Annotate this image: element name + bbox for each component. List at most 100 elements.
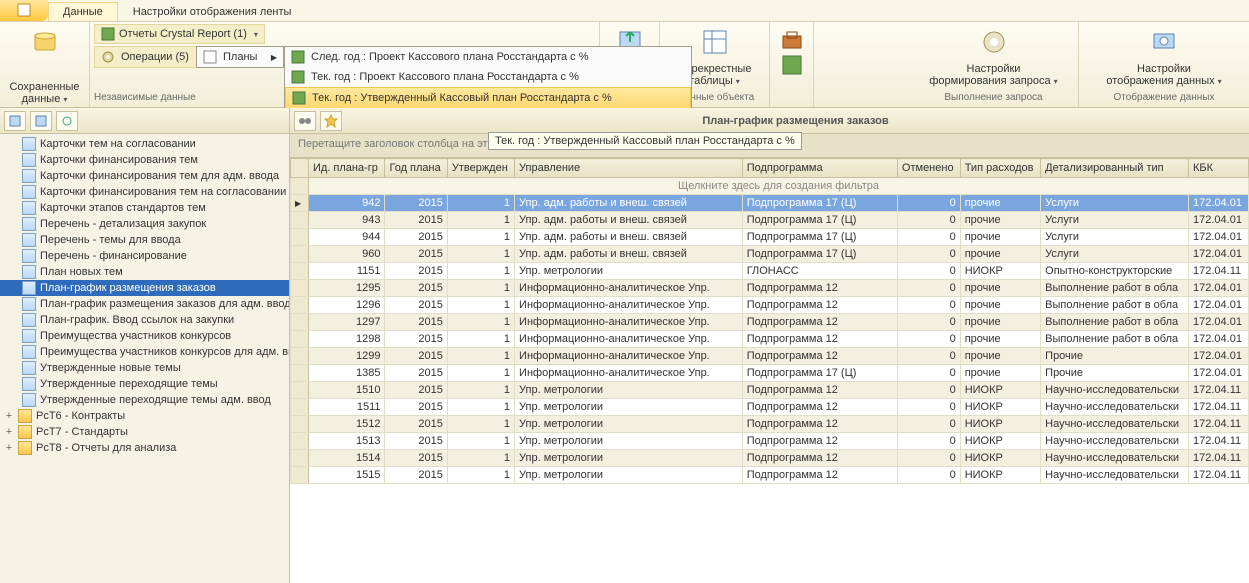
display-settings-button[interactable]: Настройки отображения данных	[1106, 63, 1221, 87]
cell-approved[interactable]: 1	[447, 280, 514, 297]
cell-approved[interactable]: 1	[447, 416, 514, 433]
cell-approved[interactable]: 1	[447, 348, 514, 365]
cell-cancelled[interactable]: 0	[897, 433, 960, 450]
cell-subprogram[interactable]: Подпрограмма 17 (Ц)	[742, 246, 897, 263]
cell-kbk[interactable]: 172.04.01	[1189, 280, 1249, 297]
row-selector[interactable]	[291, 195, 309, 212]
cell-type[interactable]: прочие	[960, 246, 1040, 263]
cell-approved[interactable]: 1	[447, 246, 514, 263]
cell-approved[interactable]: 1	[447, 467, 514, 484]
cell-kbk[interactable]: 172.04.11	[1189, 399, 1249, 416]
cell-cancelled[interactable]: 0	[897, 467, 960, 484]
cell-id[interactable]: 1297	[309, 314, 385, 331]
cell-department[interactable]: Информационно-аналитическое Упр.	[515, 331, 743, 348]
cell-department[interactable]: Информационно-аналитическое Упр.	[515, 314, 743, 331]
cell-cancelled[interactable]: 0	[897, 263, 960, 280]
cell-approved[interactable]: 1	[447, 314, 514, 331]
table-row[interactable]: 94320151Упр. адм. работы и внеш. связейП…	[291, 212, 1249, 229]
cell-id[interactable]: 1151	[309, 263, 385, 280]
cell-cancelled[interactable]: 0	[897, 365, 960, 382]
cell-type[interactable]: прочие	[960, 229, 1040, 246]
cell-year[interactable]: 2015	[385, 280, 447, 297]
row-selector-header[interactable]	[291, 159, 309, 178]
row-selector[interactable]	[291, 399, 309, 416]
tree-node[interactable]: Утвержденные новые темы	[0, 360, 289, 376]
cell-subprogram[interactable]: Подпрограмма 12	[742, 348, 897, 365]
app-menu-handle[interactable]	[0, 0, 48, 21]
grid-settings-icon[interactable]	[781, 54, 803, 76]
cell-kbk[interactable]: 172.04.11	[1189, 263, 1249, 280]
cell-approved[interactable]: 1	[447, 297, 514, 314]
row-selector[interactable]	[291, 246, 309, 263]
table-row[interactable]: 129920151Информационно-аналитическое Упр…	[291, 348, 1249, 365]
cell-year[interactable]: 2015	[385, 314, 447, 331]
cell-kbk[interactable]: 172.04.11	[1189, 416, 1249, 433]
cell-department[interactable]: Информационно-аналитическое Упр.	[515, 280, 743, 297]
cell-year[interactable]: 2015	[385, 263, 447, 280]
cell-subprogram[interactable]: Подпрограмма 12	[742, 450, 897, 467]
cell-cancelled[interactable]: 0	[897, 450, 960, 467]
cell-id[interactable]: 960	[309, 246, 385, 263]
table-row[interactable]: 129820151Информационно-аналитическое Упр…	[291, 331, 1249, 348]
cell-year[interactable]: 2015	[385, 416, 447, 433]
cell-type[interactable]: прочие	[960, 314, 1040, 331]
cell-kbk[interactable]: 172.04.01	[1189, 331, 1249, 348]
tree-node[interactable]: План-график. Ввод ссылок на закупки	[0, 312, 289, 328]
cell-approved[interactable]: 1	[447, 382, 514, 399]
cell-year[interactable]: 2015	[385, 297, 447, 314]
tab-ribbon-settings[interactable]: Настройки отображения ленты	[118, 2, 307, 21]
tree-node[interactable]: План новых тем	[0, 264, 289, 280]
row-selector[interactable]	[291, 416, 309, 433]
cell-department[interactable]: Информационно-аналитическое Упр.	[515, 348, 743, 365]
row-selector[interactable]	[291, 314, 309, 331]
cell-subprogram[interactable]: Подпрограмма 12	[742, 399, 897, 416]
cell-type[interactable]: прочие	[960, 212, 1040, 229]
cell-year[interactable]: 2015	[385, 382, 447, 399]
cell-approved[interactable]: 1	[447, 212, 514, 229]
cell-detail[interactable]: Услуги	[1041, 195, 1189, 212]
cell-cancelled[interactable]: 0	[897, 297, 960, 314]
operations-button[interactable]: Операции (5)	[94, 46, 209, 68]
tree-folder[interactable]: +РсТ7 - Стандарты	[0, 424, 289, 440]
cell-year[interactable]: 2015	[385, 365, 447, 382]
filter-row[interactable]: Щелкните здесь для создания фильтра	[291, 178, 1249, 195]
cell-cancelled[interactable]: 0	[897, 314, 960, 331]
cell-subprogram[interactable]: Подпрограмма 12	[742, 331, 897, 348]
tree-collapse-button[interactable]	[4, 111, 26, 131]
tree-node[interactable]: Перечень - финансирование	[0, 248, 289, 264]
row-selector[interactable]	[291, 467, 309, 484]
cell-cancelled[interactable]: 0	[897, 246, 960, 263]
cell-id[interactable]: 1511	[309, 399, 385, 416]
cell-type[interactable]: прочие	[960, 365, 1040, 382]
row-selector[interactable]	[291, 297, 309, 314]
cell-type[interactable]: прочие	[960, 348, 1040, 365]
col-kbk[interactable]: КБК	[1189, 159, 1249, 178]
cell-department[interactable]: Упр. адм. работы и внеш. связей	[515, 229, 743, 246]
row-selector[interactable]	[291, 348, 309, 365]
cell-id[interactable]: 1296	[309, 297, 385, 314]
cell-year[interactable]: 2015	[385, 433, 447, 450]
cell-detail[interactable]: Научно-исследовательски	[1041, 467, 1189, 484]
cell-detail[interactable]: Выполнение работ в обла	[1041, 314, 1189, 331]
cell-department[interactable]: Упр. метрологии	[515, 399, 743, 416]
cell-department[interactable]: Упр. метрологии	[515, 433, 743, 450]
cell-detail[interactable]: Выполнение работ в обла	[1041, 331, 1189, 348]
favorite-button[interactable]	[320, 111, 342, 131]
cell-kbk[interactable]: 172.04.11	[1189, 450, 1249, 467]
expand-icon[interactable]: +	[4, 442, 14, 454]
cell-cancelled[interactable]: 0	[897, 229, 960, 246]
cell-id[interactable]: 1513	[309, 433, 385, 450]
tree-node[interactable]: Перечень - детализация закупок	[0, 216, 289, 232]
tree-expand-button[interactable]	[30, 111, 52, 131]
tree-folder[interactable]: +РсТ8 - Отчеты для анализа	[0, 440, 289, 456]
cell-id[interactable]: 1298	[309, 331, 385, 348]
cell-cancelled[interactable]: 0	[897, 348, 960, 365]
cell-approved[interactable]: 1	[447, 433, 514, 450]
tree-node[interactable]: Карточки тем на согласовании	[0, 136, 289, 152]
cell-department[interactable]: Упр. метрологии	[515, 467, 743, 484]
cell-cancelled[interactable]: 0	[897, 280, 960, 297]
expand-icon[interactable]: +	[4, 426, 14, 438]
table-row[interactable]: 129620151Информационно-аналитическое Упр…	[291, 297, 1249, 314]
data-grid[interactable]: Ид. плана-гр Год плана Утвержден Управле…	[290, 158, 1249, 583]
expand-icon[interactable]: +	[4, 410, 14, 422]
